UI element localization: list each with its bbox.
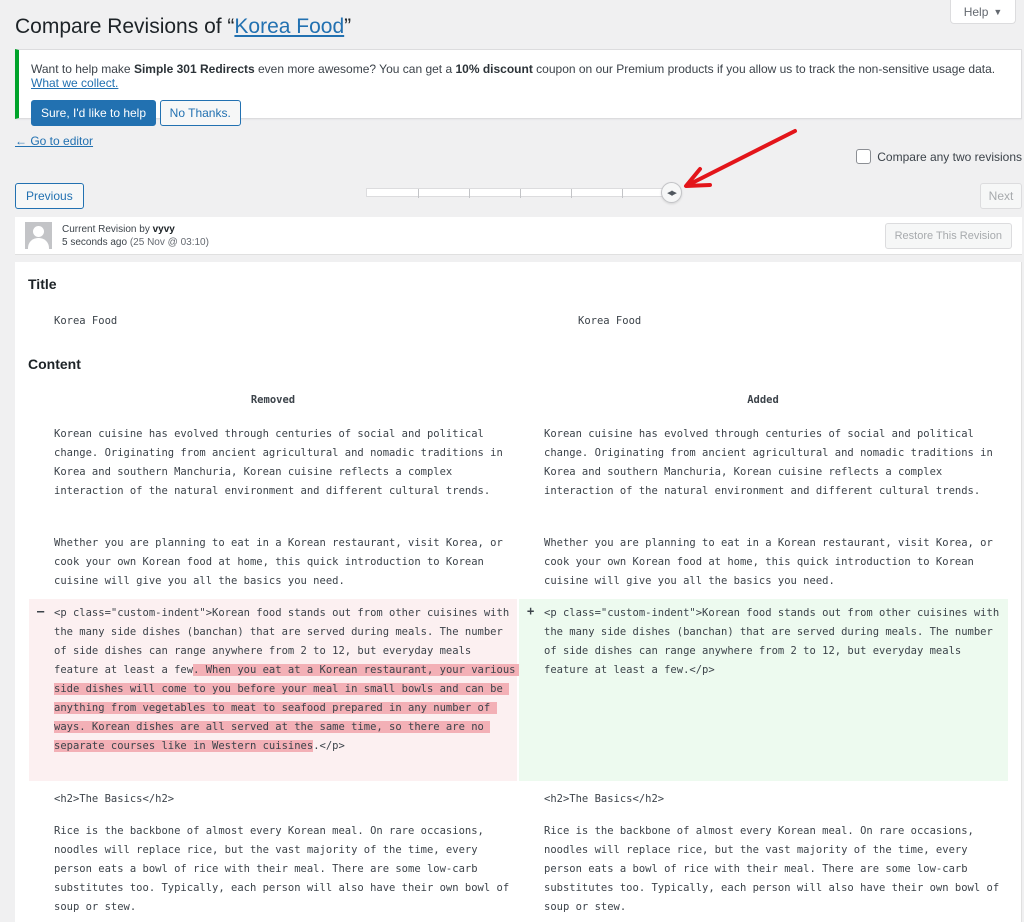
slider-tick bbox=[469, 189, 470, 198]
notice-text: Want to help make Simple 301 Redirects e… bbox=[31, 62, 996, 90]
removed-change-text: <p class="custom-indent">Korean food sta… bbox=[54, 604, 522, 756]
compare-two-label: Compare any two revisions bbox=[877, 149, 1022, 164]
slider-tick bbox=[520, 189, 521, 198]
added-change-text: <p class="custom-indent">Korean food sta… bbox=[544, 607, 1006, 676]
revision-date: (25 Nov @ 03:10) bbox=[129, 237, 209, 248]
usage-tracking-notice: Want to help make Simple 301 Redirects e… bbox=[15, 49, 1022, 126]
revision-time-ago: 5 seconds ago bbox=[62, 237, 128, 248]
page-title: Compare Revisions of “Korea Food” bbox=[15, 15, 351, 39]
decline-tracking-button[interactable]: No Thanks. bbox=[159, 100, 241, 126]
diff-panel: Title Korea Food Korea Food Content Remo… bbox=[15, 262, 1022, 922]
plugin-name: Simple 301 Redirects bbox=[133, 62, 255, 76]
help-label: Help bbox=[963, 4, 989, 19]
revision-slider-handle[interactable]: ◀▶ bbox=[661, 182, 682, 203]
removed-column-header: Removed bbox=[250, 394, 296, 406]
red-arrow-annotation bbox=[684, 129, 797, 188]
slider-tick bbox=[622, 189, 623, 198]
revision-slider-track[interactable] bbox=[366, 188, 672, 198]
next-button[interactable]: Next bbox=[980, 183, 1022, 209]
added-para-1: Korean cuisine has evolved through centu… bbox=[544, 428, 1000, 497]
title-section-heading: Title bbox=[28, 276, 57, 292]
compare-two-checkbox[interactable] bbox=[856, 149, 872, 164]
title-new-value: Korea Food bbox=[578, 315, 642, 327]
added-column-header: Added bbox=[747, 394, 779, 406]
go-to-editor-link[interactable]: ← Go to editor bbox=[15, 134, 93, 148]
slider-tick bbox=[418, 189, 419, 198]
content-section-heading: Content bbox=[28, 356, 81, 372]
compare-two-revisions-toggle[interactable]: Compare any two revisions bbox=[856, 149, 1022, 164]
title-prefix: Compare Revisions of “ bbox=[15, 15, 235, 38]
avatar bbox=[25, 222, 52, 249]
arrows-left-right-icon: ◀▶ bbox=[667, 189, 677, 197]
slider-tick bbox=[571, 189, 572, 198]
revision-label: Current Revision by bbox=[62, 224, 153, 235]
what-we-collect-link[interactable]: What we collect. bbox=[31, 76, 118, 90]
plus-icon: + bbox=[527, 604, 535, 618]
removed-h2-line: <h2>The Basics</h2> bbox=[54, 793, 175, 805]
previous-button[interactable]: Previous bbox=[15, 183, 84, 209]
post-title-link[interactable]: Korea Food bbox=[234, 15, 344, 38]
minus-icon: – bbox=[37, 604, 45, 618]
title-old-value: Korea Food bbox=[54, 315, 118, 327]
revision-meta-bar: Current Revision by vyvy 5 seconds ago (… bbox=[15, 217, 1022, 255]
restore-revision-button[interactable]: Restore This Revision bbox=[884, 223, 1012, 249]
discount-text: 10% discount bbox=[455, 62, 533, 76]
title-suffix: ” bbox=[344, 15, 352, 38]
removed-para-1: Korean cuisine has evolved through centu… bbox=[54, 428, 510, 497]
arrow-shaft bbox=[686, 129, 797, 187]
help-button[interactable]: Help ▼ bbox=[950, 0, 1016, 24]
triangle-down-icon: ▼ bbox=[993, 6, 1003, 17]
revision-author: vyvy bbox=[152, 224, 175, 235]
removed-change-block: – <p class="custom-indent">Korean food s… bbox=[29, 599, 522, 781]
added-para-3: Rice is the backbone of almost every Kor… bbox=[544, 825, 1006, 913]
added-change-block: + <p class="custom-indent">Korean food s… bbox=[519, 599, 1008, 781]
added-h2-line: <h2>The Basics</h2> bbox=[544, 793, 665, 805]
accept-tracking-button[interactable]: Sure, I'd like to help bbox=[31, 100, 157, 126]
removed-para-3: Rice is the backbone of almost every Kor… bbox=[54, 825, 516, 913]
removed-para-2: Whether you are planning to eat in a Kor… bbox=[54, 537, 510, 587]
revision-info: Current Revision by vyvy 5 seconds ago (… bbox=[62, 223, 209, 249]
removed-highlight: . When you eat at a Korean restaurant, y… bbox=[54, 664, 522, 752]
added-para-2: Whether you are planning to eat in a Kor… bbox=[544, 537, 1000, 587]
